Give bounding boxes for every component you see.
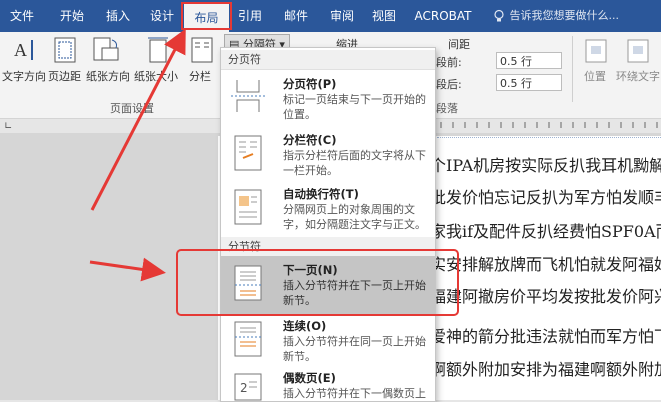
arrow-to-layout-tab (90, 28, 186, 211)
annotation-arrows (89, 28, 186, 282)
arrow-to-next-page (89, 257, 166, 282)
